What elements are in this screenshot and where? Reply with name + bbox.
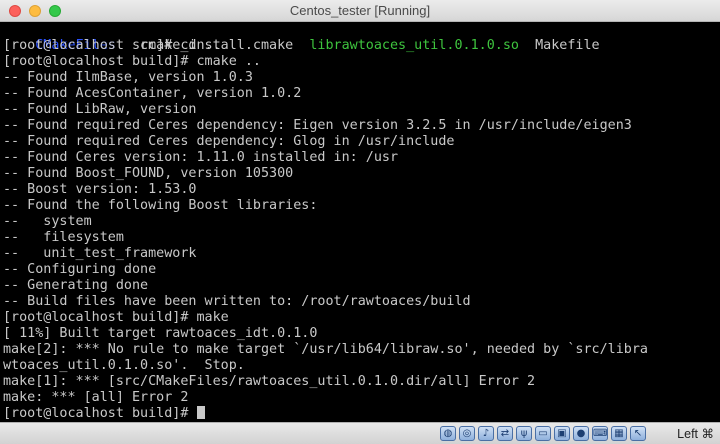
shared-folder-icon[interactable]: ▭ xyxy=(535,426,551,441)
video-capture-icon[interactable]: ● xyxy=(573,426,589,441)
vm-status-bar: ◍ ◎ ♪ ⇄ ψ ▭ ▣ ● ⌨ ▦ ↖ Left ⌘ xyxy=(0,422,720,444)
terminal-line: -- Configuring done xyxy=(3,262,157,277)
shell-prompt: [root@localhost build]# xyxy=(3,406,197,421)
terminal-line: -- Found the following Boost libraries: xyxy=(3,198,318,213)
keyboard-icon[interactable]: ⌨ xyxy=(592,426,608,441)
terminal-line: make[2]: *** No rule to make target `/us… xyxy=(3,342,648,357)
window-titlebar[interactable]: Centos_tester [Running] xyxy=(0,0,720,22)
host-key-label[interactable]: Left ⌘ xyxy=(677,426,714,441)
optical-disc-icon[interactable]: ◎ xyxy=(459,426,475,441)
terminal-line: -- system xyxy=(3,214,92,229)
terminal-line: wtoaces_util.0.1.0.so'. Stop. xyxy=(3,358,245,373)
terminal-line: make: *** [all] Error 2 xyxy=(3,390,189,405)
terminal-line: -- Found Boost_FOUND, version 105300 xyxy=(3,166,294,181)
terminal-line: -- Found required Ceres dependency: Glog… xyxy=(3,134,455,149)
ls-entry-makefile: Makefile xyxy=(518,38,600,53)
terminal-line: -- Found IlmBase, version 1.0.3 xyxy=(3,70,253,85)
window-title: Centos_tester [Running] xyxy=(289,3,431,18)
text-cursor xyxy=(197,406,206,419)
status-icons: ◍ ◎ ♪ ⇄ ψ ▭ ▣ ● ⌨ ▦ ↖ xyxy=(440,426,646,441)
terminal-line: [ 11%] Built target rawtoaces_idt.0.1.0 xyxy=(3,326,318,341)
terminal-line: make[1]: *** [src/CMakeFiles/rawtoaces_u… xyxy=(3,374,536,389)
terminal-line: -- Boost version: 1.53.0 xyxy=(3,182,197,197)
terminal-line: -- Build files have been written to: /ro… xyxy=(3,294,471,309)
prompt-line[interactable]: [root@localhost build]# xyxy=(3,406,720,422)
terminal-line: [root@localhost build]# make xyxy=(3,310,229,325)
terminal-line: -- Found LibRaw, version xyxy=(3,102,197,117)
terminal-line: -- Generating done xyxy=(3,278,149,293)
terminal-line: -- Found AcesContainer, version 1.0.2 xyxy=(3,86,302,101)
mouse-integration-icon[interactable]: ↖ xyxy=(630,426,646,441)
ls-output-line: CMakeFiles cmake_install.cmake librawtoa… xyxy=(3,22,720,53)
usb-icon[interactable]: ψ xyxy=(516,426,532,441)
terminal-line: -- unit_test_framework xyxy=(3,246,197,261)
terminal-line: -- Found required Ceres dependency: Eige… xyxy=(3,118,632,133)
terminal-line: [root@localhost build]# cmake .. xyxy=(3,54,261,69)
audio-icon[interactable]: ♪ xyxy=(478,426,494,441)
terminal-line: -- filesystem xyxy=(3,230,124,245)
terminal-line: -- Found Ceres version: 1.11.0 installed… xyxy=(3,150,399,165)
terminal-screen[interactable]: CMakeFiles cmake_install.cmake librawtoa… xyxy=(0,22,720,422)
network-icon[interactable]: ⇄ xyxy=(497,426,513,441)
hard-disk-icon[interactable]: ◍ xyxy=(440,426,456,441)
display-icon[interactable]: ▣ xyxy=(554,426,570,441)
ls-entry-librawtoaces: librawtoaces_util.0.1.0.so xyxy=(309,38,519,53)
cpu-icon[interactable]: ▦ xyxy=(611,426,627,441)
